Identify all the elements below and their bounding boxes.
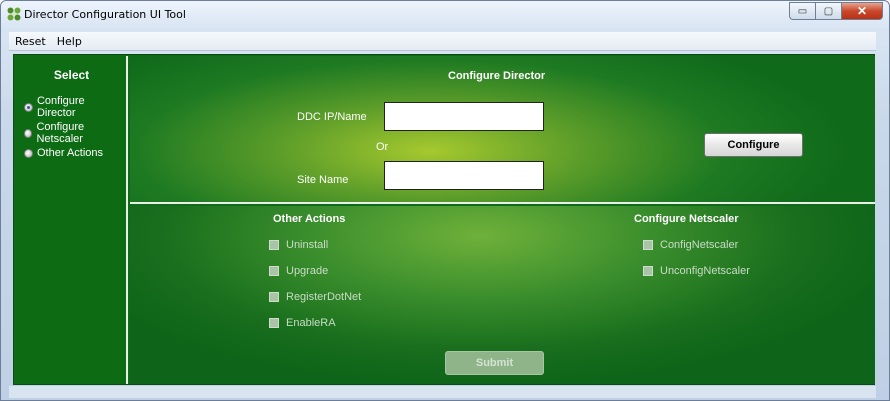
site-name-label: Site Name <box>297 174 349 186</box>
configure-netscaler-heading: Configure Netscaler <box>634 213 739 225</box>
title-bar[interactable]: Director Configuration UI Tool ▭ ▢ ✕ <box>1 1 889 31</box>
checkbox-enable-ra[interactable]: EnableRA <box>269 317 336 329</box>
checkbox-register-dotnet[interactable]: RegisterDotNet <box>269 291 361 303</box>
app-window: Director Configuration UI Tool ▭ ▢ ✕ Res… <box>0 0 890 401</box>
window-title: Director Configuration UI Tool <box>24 8 186 21</box>
checkbox-icon <box>269 318 279 328</box>
other-actions-heading: Other Actions <box>273 213 346 225</box>
radio-button-selected-icon <box>24 102 33 112</box>
radio-other-actions[interactable]: Other Actions <box>24 147 103 159</box>
site-name-input[interactable] <box>384 161 544 190</box>
checkbox-label: ConfigNetscaler <box>660 239 739 251</box>
maximize-icon: ▢ <box>823 5 834 17</box>
menu-help[interactable]: Help <box>51 35 87 48</box>
checkbox-upgrade[interactable]: Upgrade <box>269 265 328 277</box>
checkbox-icon <box>643 266 653 276</box>
close-icon: ✕ <box>856 4 868 18</box>
checkbox-unconfig-netscaler[interactable]: UnconfigNetscaler <box>643 265 750 277</box>
checkbox-icon <box>643 240 653 250</box>
radio-label: Configure Director <box>36 95 85 119</box>
ddc-label: DDC IP/Name <box>297 111 367 123</box>
checkbox-config-netscaler[interactable]: ConfigNetscaler <box>643 239 738 251</box>
minimize-button[interactable]: ▭ <box>789 2 815 20</box>
app-icon <box>7 7 21 21</box>
checkbox-label: EnableRA <box>286 317 336 329</box>
maximize-button[interactable]: ▢ <box>815 2 841 20</box>
radio-configure-netscaler[interactable]: Configure Netscaler <box>24 121 126 145</box>
actions-panel: Other Actions Uninstall Upgrade Register… <box>130 206 875 384</box>
window-controls: ▭ ▢ ✕ <box>789 2 883 20</box>
checkbox-label: UnconfigNetscaler <box>660 265 750 277</box>
sidebar-title: Select <box>53 68 90 82</box>
ddc-input[interactable] <box>384 102 544 131</box>
close-button[interactable]: ✕ <box>841 2 883 20</box>
or-label: Or <box>376 141 389 153</box>
checkbox-label: Upgrade <box>286 265 329 277</box>
configure-director-heading: Configure Director <box>448 70 546 82</box>
radio-configure-director[interactable]: Configure Director <box>24 95 126 119</box>
checkbox-icon <box>269 240 279 250</box>
submit-button[interactable]: Submit <box>445 351 544 375</box>
radio-button-icon <box>24 128 33 138</box>
status-bar <box>9 386 876 398</box>
checkbox-icon <box>269 266 279 276</box>
configure-director-panel: Configure Director DDC IP/Name Or Site N… <box>130 56 875 204</box>
checkbox-uninstall[interactable]: Uninstall <box>269 239 328 251</box>
checkbox-label: Uninstall <box>286 239 329 251</box>
minimize-icon: ▭ <box>797 5 808 17</box>
checkbox-label: RegisterDotNet <box>286 291 362 303</box>
checkbox-icon <box>269 292 279 302</box>
configure-button[interactable]: Configure <box>704 133 803 157</box>
menu-reset[interactable]: Reset <box>9 35 51 48</box>
menu-bar: Reset Help <box>9 32 876 51</box>
radio-label: Configure Netscaler <box>36 121 85 145</box>
radio-button-icon <box>24 148 33 158</box>
select-sidebar: Select Configure Director Configure Nets… <box>15 56 128 384</box>
client-area: Select Configure Director Configure Nets… <box>13 54 875 385</box>
radio-label: Other Actions <box>37 147 104 159</box>
